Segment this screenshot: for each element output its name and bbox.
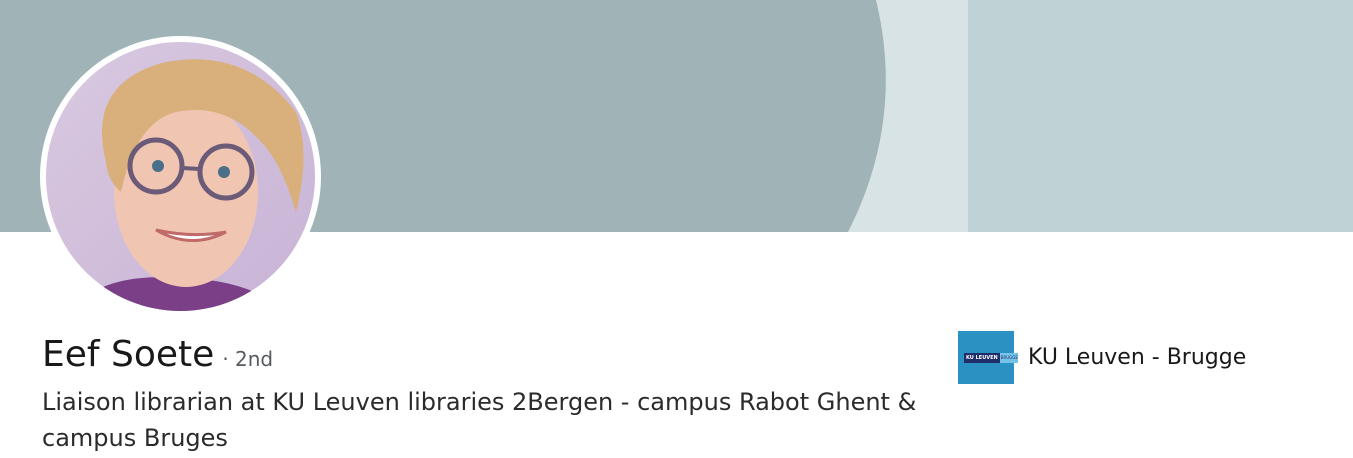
profile-name[interactable]: Eef Soete bbox=[42, 334, 214, 375]
profile-photo[interactable] bbox=[40, 36, 321, 317]
company-logo-subtext: BRUGGE bbox=[999, 353, 1018, 363]
connection-degree: · 2nd bbox=[222, 347, 274, 371]
company-logo-badge: KU LEUVEN BRUGGE bbox=[964, 353, 1018, 363]
profile-headline: Liaison librarian at KU Leuven libraries… bbox=[42, 388, 917, 452]
company-logo-text: KU LEUVEN bbox=[964, 353, 1000, 363]
name-row: Eef Soete · 2nd bbox=[42, 334, 273, 375]
company-logo-icon: KU LEUVEN BRUGGE bbox=[958, 331, 1018, 384]
avatar-icon bbox=[46, 42, 315, 311]
current-company[interactable]: KU LEUVEN BRUGGE KU Leuven - Brugge bbox=[958, 331, 1246, 384]
company-name: KU Leuven - Brugge bbox=[1028, 345, 1247, 370]
